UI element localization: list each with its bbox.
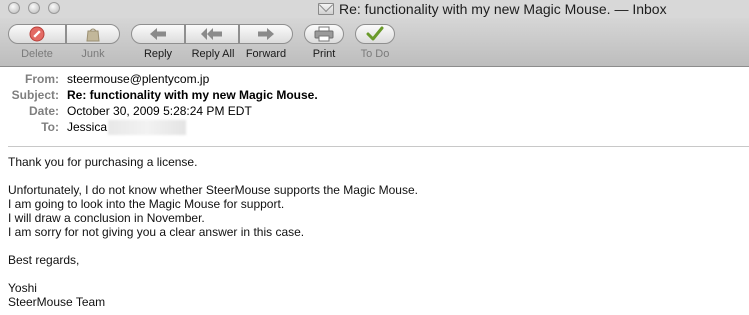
body-line: I will draw a conclusion in November. (8, 211, 205, 225)
date-value: October 30, 2009 5:28:24 PM EDT (67, 104, 252, 118)
subject-row: Subject: Re: functionality with my new M… (0, 88, 749, 103)
reply-label: Reply (143, 48, 173, 60)
envelope-icon (318, 3, 334, 15)
checkmark-icon (366, 26, 384, 41)
to-value[interactable]: Jessica (67, 120, 187, 135)
body-line: Unfortunately, I do not know whether Ste… (8, 183, 418, 197)
printer-icon (314, 26, 334, 42)
from-key: From: (25, 72, 59, 86)
subject-key: Subject: (11, 88, 59, 102)
close-window-button[interactable] (8, 2, 20, 14)
zoom-window-button[interactable] (48, 2, 60, 14)
toolbar: Delete Junk Reply Reply All Forward Prin… (0, 18, 749, 67)
redacted-surname (108, 120, 187, 135)
reply-all-arrow-icon (201, 28, 222, 40)
reply-arrow-icon (150, 28, 166, 40)
body-line: Yoshi (8, 281, 37, 295)
print-button[interactable] (304, 24, 344, 44)
from-row: From: steermouse@plentycom.jp (0, 72, 749, 87)
to-do-button[interactable] (355, 24, 395, 44)
from-value[interactable]: steermouse@plentycom.jp (67, 72, 209, 87)
minimize-window-button[interactable] (28, 2, 40, 14)
body-line: I am sorry for not giving you a clear an… (8, 225, 305, 239)
to-recipient-name: Jessica (67, 120, 108, 134)
to-key: To: (41, 120, 59, 134)
junk-button[interactable] (66, 24, 120, 44)
delete-button[interactable] (8, 24, 66, 44)
reply-all-button[interactable] (185, 24, 239, 44)
junk-bag-icon (86, 28, 100, 42)
body-line: Best regards, (8, 253, 80, 267)
to-row: To: Jessica (0, 120, 749, 135)
forward-label: Forward (245, 48, 287, 60)
body-line: SteerMouse Team (8, 295, 106, 309)
body-line: I am going to look into the Magic Mouse … (8, 197, 285, 211)
date-key: Date: (28, 104, 59, 118)
window-titlebar: Re: functionality with my new Magic Mous… (0, 0, 749, 18)
subject-value: Re: functionality with my new Magic Mous… (67, 88, 318, 102)
print-label: Print (312, 48, 336, 60)
window-title-text: Re: functionality with my new Magic Mous… (339, 1, 667, 17)
delete-label: Delete (21, 48, 53, 60)
forward-arrow-icon (258, 28, 274, 40)
body-line: Thank you for purchasing a license. (8, 155, 198, 169)
to-do-label: To Do (360, 48, 390, 60)
junk-label: Junk (81, 48, 105, 60)
window-title: Re: functionality with my new Magic Mous… (318, 1, 667, 17)
delete-icon (29, 26, 45, 42)
date-row: Date: October 30, 2009 5:28:24 PM EDT (0, 104, 749, 119)
reply-all-label: Reply All (191, 48, 235, 60)
forward-button[interactable] (239, 24, 293, 44)
header-divider (8, 146, 749, 147)
reply-button[interactable] (131, 24, 185, 44)
